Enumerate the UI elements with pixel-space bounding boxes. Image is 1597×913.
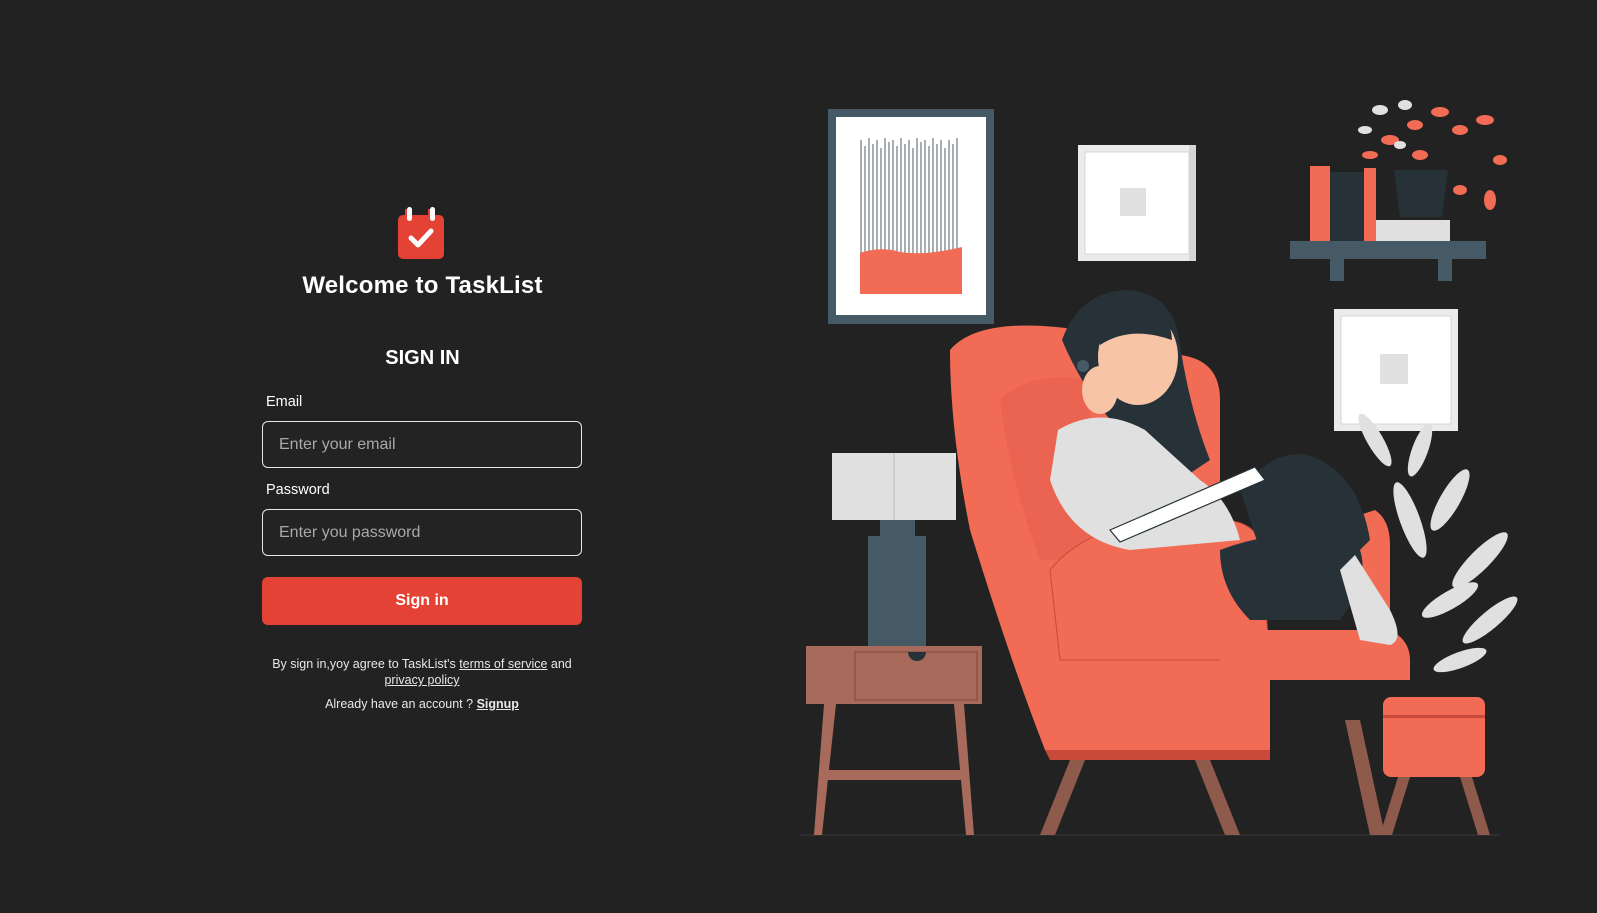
password-field[interactable]: [262, 509, 582, 556]
password-label: Password: [266, 482, 330, 498]
privacy-policy-link[interactable]: privacy policy: [384, 673, 459, 687]
email-field[interactable]: [262, 421, 582, 468]
signup-link[interactable]: Signup: [477, 697, 519, 711]
woman-reading-illustration: [800, 100, 1518, 836]
terms-notice: By sign in,yoy agree to TaskList's terms…: [262, 656, 582, 688]
wall-shelf: [1290, 100, 1507, 281]
footstool: [1380, 697, 1490, 835]
account-prompt: Already have an account ? Signup: [262, 697, 582, 711]
sign-in-heading: SIGN IN: [385, 347, 460, 369]
account-prompt-text: Already have an account ?: [325, 697, 477, 711]
sign-in-button[interactable]: Sign in: [262, 577, 582, 625]
table-lamp: [832, 453, 956, 646]
calendar-check-icon: [398, 207, 444, 259]
sign-in-panel: Welcome to TaskList SIGN IN Email Passwo…: [0, 0, 845, 913]
framed-art-middle: [1078, 145, 1196, 261]
terms-of-service-link[interactable]: terms of service: [459, 657, 547, 671]
terms-prefix-text: By sign in,yoy agree to TaskList's: [272, 657, 460, 671]
framed-art-left: [828, 109, 994, 324]
terms-middle-text: and: [547, 657, 572, 671]
framed-art-right: [1334, 309, 1458, 431]
email-label: Email: [266, 394, 303, 410]
side-table: [806, 646, 982, 835]
welcome-title: Welcome to TaskList: [302, 272, 543, 299]
